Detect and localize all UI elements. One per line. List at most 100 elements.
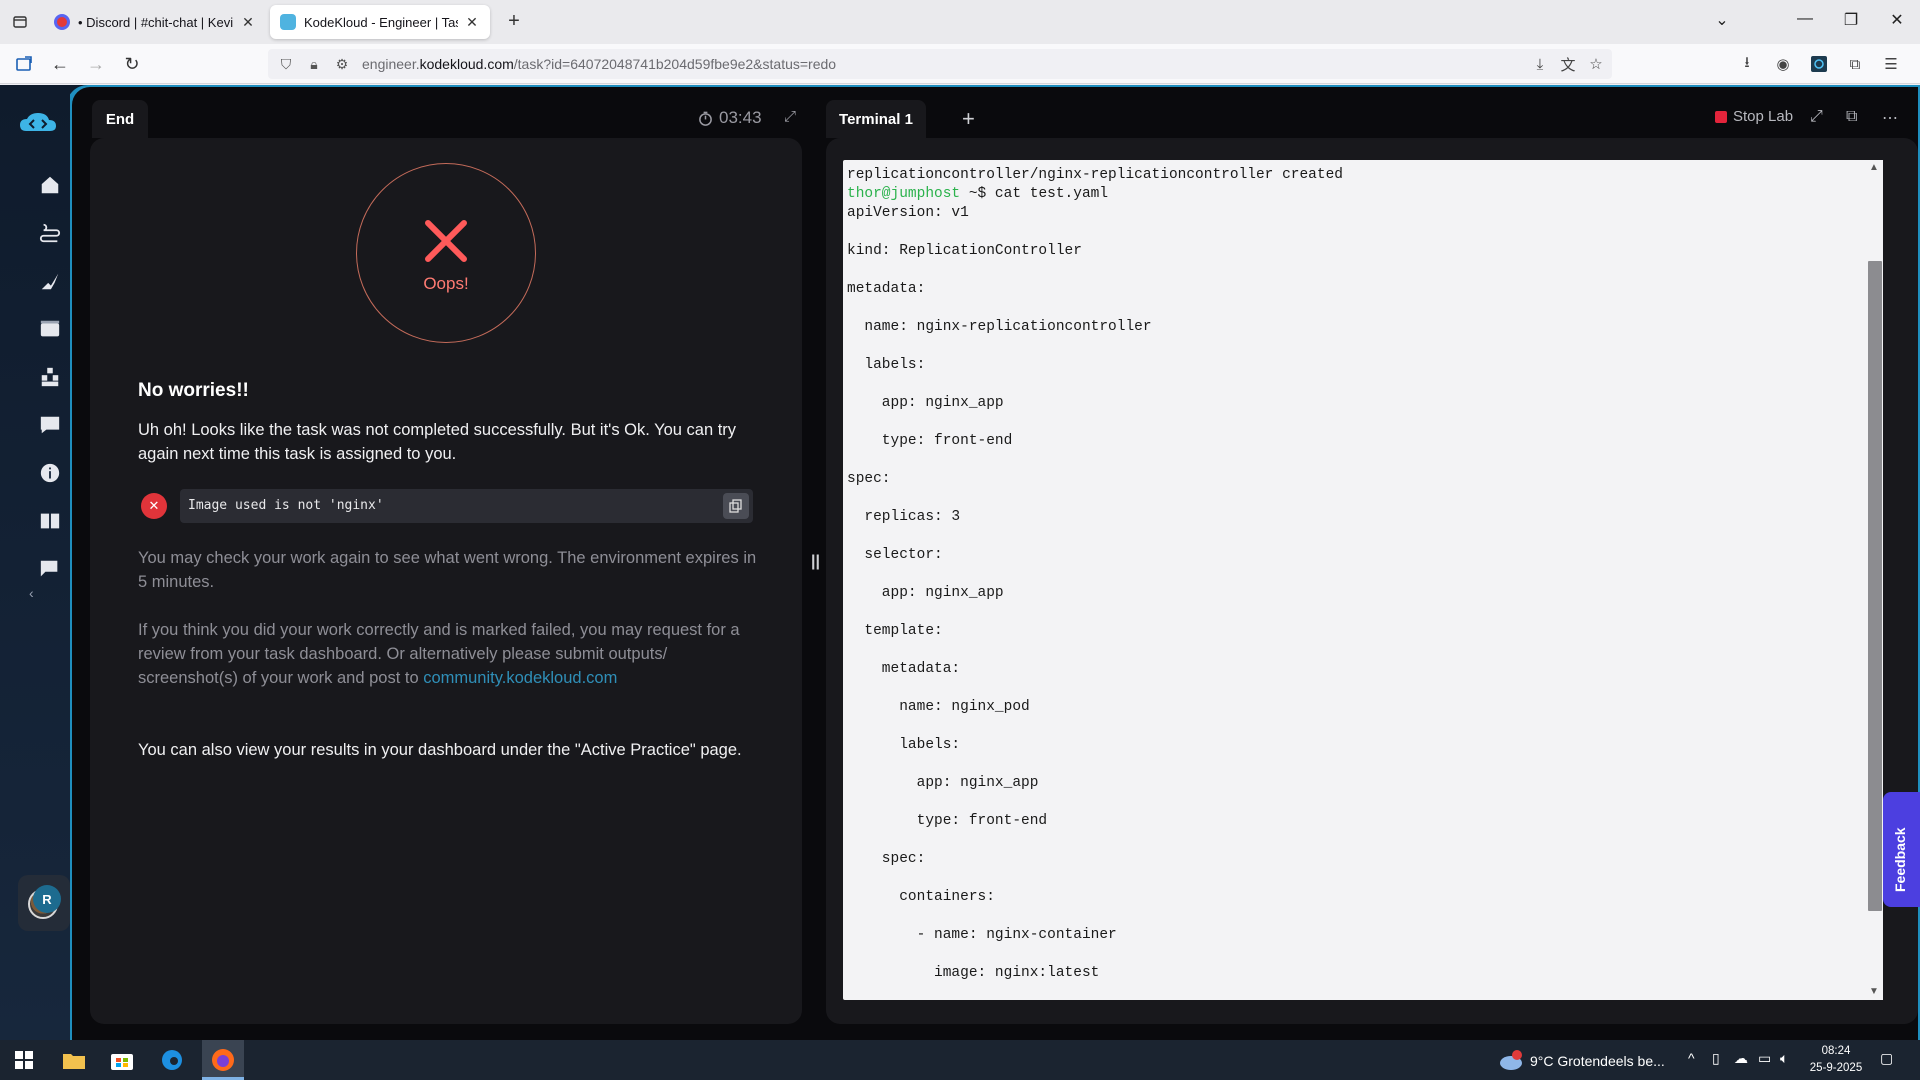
open-new-window-icon[interactable]: ⧉ xyxy=(1846,108,1857,126)
more-options-icon[interactable]: ⋯ xyxy=(1882,108,1898,128)
browser-nav-bar: ← → ↻ ⛉ 🔒︎ ⚙︎ engineer.kodekloud.com/tas… xyxy=(0,44,1920,84)
community-link[interactable]: community.kodekloud.com xyxy=(423,669,617,687)
tab-kodekloud[interactable]: KodeKloud - Engineer | Task ✕ xyxy=(270,5,490,39)
lock-icon[interactable]: 🔒︎ xyxy=(304,56,324,73)
tab-discord[interactable]: • Discord | #chit-chat | Kevin Po ✕ xyxy=(44,5,266,39)
error-text: Image used is not 'nginx' xyxy=(188,498,384,513)
terminal-line: app: nginx_app xyxy=(847,395,1004,411)
info-icon[interactable] xyxy=(38,461,62,485)
stop-icon xyxy=(1715,110,1727,123)
back-button[interactable]: ← xyxy=(48,52,72,76)
downloads-icon[interactable]: ⭳ xyxy=(1735,52,1759,76)
clock-time: 08:24 xyxy=(1821,1045,1851,1057)
forum-icon[interactable] xyxy=(38,413,62,437)
show-hidden-icons-icon[interactable]: ^ xyxy=(1688,1050,1695,1066)
sidebar: ‹ R xyxy=(0,85,70,1040)
extensions-puzzle-icon[interactable]: ⧉ xyxy=(1843,52,1867,76)
restore-button[interactable]: ❐ xyxy=(1836,10,1866,30)
chat-icon[interactable] xyxy=(38,557,62,581)
tab-end[interactable]: End xyxy=(92,100,148,138)
expand-icon[interactable]: ⤢ xyxy=(1810,108,1823,126)
feedback-label: Feedback xyxy=(1892,827,1908,892)
sidebar-toggle-icon[interactable] xyxy=(12,52,36,76)
edge-icon[interactable] xyxy=(158,1046,186,1074)
learning-path-icon[interactable] xyxy=(38,221,62,245)
video-icon[interactable] xyxy=(38,317,62,341)
copy-icon xyxy=(729,499,742,513)
feedback-button[interactable]: Feedback xyxy=(1883,792,1920,907)
terminal-output[interactable]: replicationcontroller/nginx-replicationc… xyxy=(843,160,1883,1000)
onedrive-icon[interactable]: ☁ xyxy=(1734,1050,1748,1067)
terminal-line: thor@jumphost ~$ cat test.yaml xyxy=(847,185,1343,204)
notifications-icon[interactable]: ▢ xyxy=(1880,1050,1893,1067)
network-icon[interactable]: ▭ xyxy=(1758,1050,1771,1067)
error-box: Image used is not 'nginx' xyxy=(180,489,753,523)
windows-start-icon[interactable] xyxy=(10,1046,38,1074)
account-icon[interactable]: ◉ xyxy=(1771,52,1795,76)
translate-icon[interactable]: 文 xyxy=(1556,52,1580,76)
tab-title: • Discord | #chit-chat | Kevin Po xyxy=(78,14,234,30)
extension-icon[interactable] xyxy=(1807,52,1831,76)
store-icon[interactable] xyxy=(108,1046,136,1074)
menu-icon[interactable]: ☰ xyxy=(1879,52,1903,76)
terminal-line: - name: nginx-container xyxy=(847,927,1117,943)
skills-icon[interactable] xyxy=(38,365,62,389)
close-window-button[interactable]: ✕ xyxy=(1882,10,1912,30)
tab-list-icon[interactable] xyxy=(8,10,32,34)
reload-button[interactable]: ↻ xyxy=(120,52,144,76)
user-initial-avatar[interactable]: R xyxy=(33,885,61,913)
scrollbar-thumb[interactable] xyxy=(1868,261,1882,911)
volume-icon[interactable]: 🔈︎ xyxy=(1780,1050,1788,1067)
list-all-tabs-icon[interactable]: ⌄ xyxy=(1707,10,1737,30)
bookmark-star-icon[interactable]: ☆ xyxy=(1584,52,1608,76)
result-message: Uh oh! Looks like the task was not compl… xyxy=(138,421,737,463)
terminal-line: name: nginx-replicationcontroller xyxy=(847,319,1152,335)
expand-icon[interactable]: ⤢ xyxy=(784,108,796,125)
phone-link-icon[interactable]: ▯ xyxy=(1712,1050,1720,1067)
home-icon[interactable] xyxy=(38,173,62,197)
playground-icon[interactable] xyxy=(38,269,62,293)
close-tab-icon[interactable]: ✕ xyxy=(240,14,256,31)
cloud-rain-icon xyxy=(1500,1050,1522,1070)
clock-date: 25-9-2025 xyxy=(1809,1062,1863,1074)
terminal-line: type: front-end xyxy=(847,813,1048,829)
firefox-icon[interactable] xyxy=(209,1046,237,1074)
add-terminal-button[interactable]: + xyxy=(962,106,975,132)
weather-widget[interactable]: 9°C Grotendeels be... xyxy=(1498,1050,1665,1072)
terminal-line: spec: xyxy=(847,851,926,867)
collapse-sidebar-icon[interactable]: ‹ xyxy=(29,585,34,601)
system-clock[interactable]: 08:24 25-9-2025 xyxy=(1808,1043,1864,1077)
shield-icon[interactable]: ⛉ xyxy=(276,56,296,73)
forward-button[interactable]: → xyxy=(84,52,108,76)
resize-handle[interactable]: || xyxy=(811,553,820,571)
docs-icon[interactable] xyxy=(38,509,62,533)
stop-lab-button[interactable]: Stop Lab xyxy=(1715,108,1793,125)
scroll-down-icon[interactable]: ▼ xyxy=(1869,986,1879,997)
file-explorer-icon[interactable] xyxy=(60,1046,88,1074)
address-bar[interactable]: ⛉ 🔒︎ ⚙︎ engineer.kodekloud.com/task?id=6… xyxy=(268,49,1612,79)
terminal-line: template: xyxy=(847,623,943,639)
review-text: If you think you did your work correctly… xyxy=(138,621,740,687)
copy-button[interactable] xyxy=(723,493,749,519)
kodekloud-logo-icon[interactable] xyxy=(18,111,58,137)
close-tab-icon[interactable]: ✕ xyxy=(464,14,480,31)
scroll-up-icon[interactable]: ▲ xyxy=(1869,162,1879,173)
new-tab-button[interactable]: + xyxy=(502,10,526,33)
terminal-line: app: nginx_app xyxy=(847,585,1004,601)
page-save-icon[interactable]: ⤓ xyxy=(1528,52,1552,76)
permissions-icon[interactable]: ⚙︎ xyxy=(332,56,352,73)
tab-terminal-1[interactable]: Terminal 1 xyxy=(826,100,926,138)
timer: 03:43 xyxy=(698,108,762,128)
minimize-button[interactable]: — xyxy=(1790,10,1820,28)
